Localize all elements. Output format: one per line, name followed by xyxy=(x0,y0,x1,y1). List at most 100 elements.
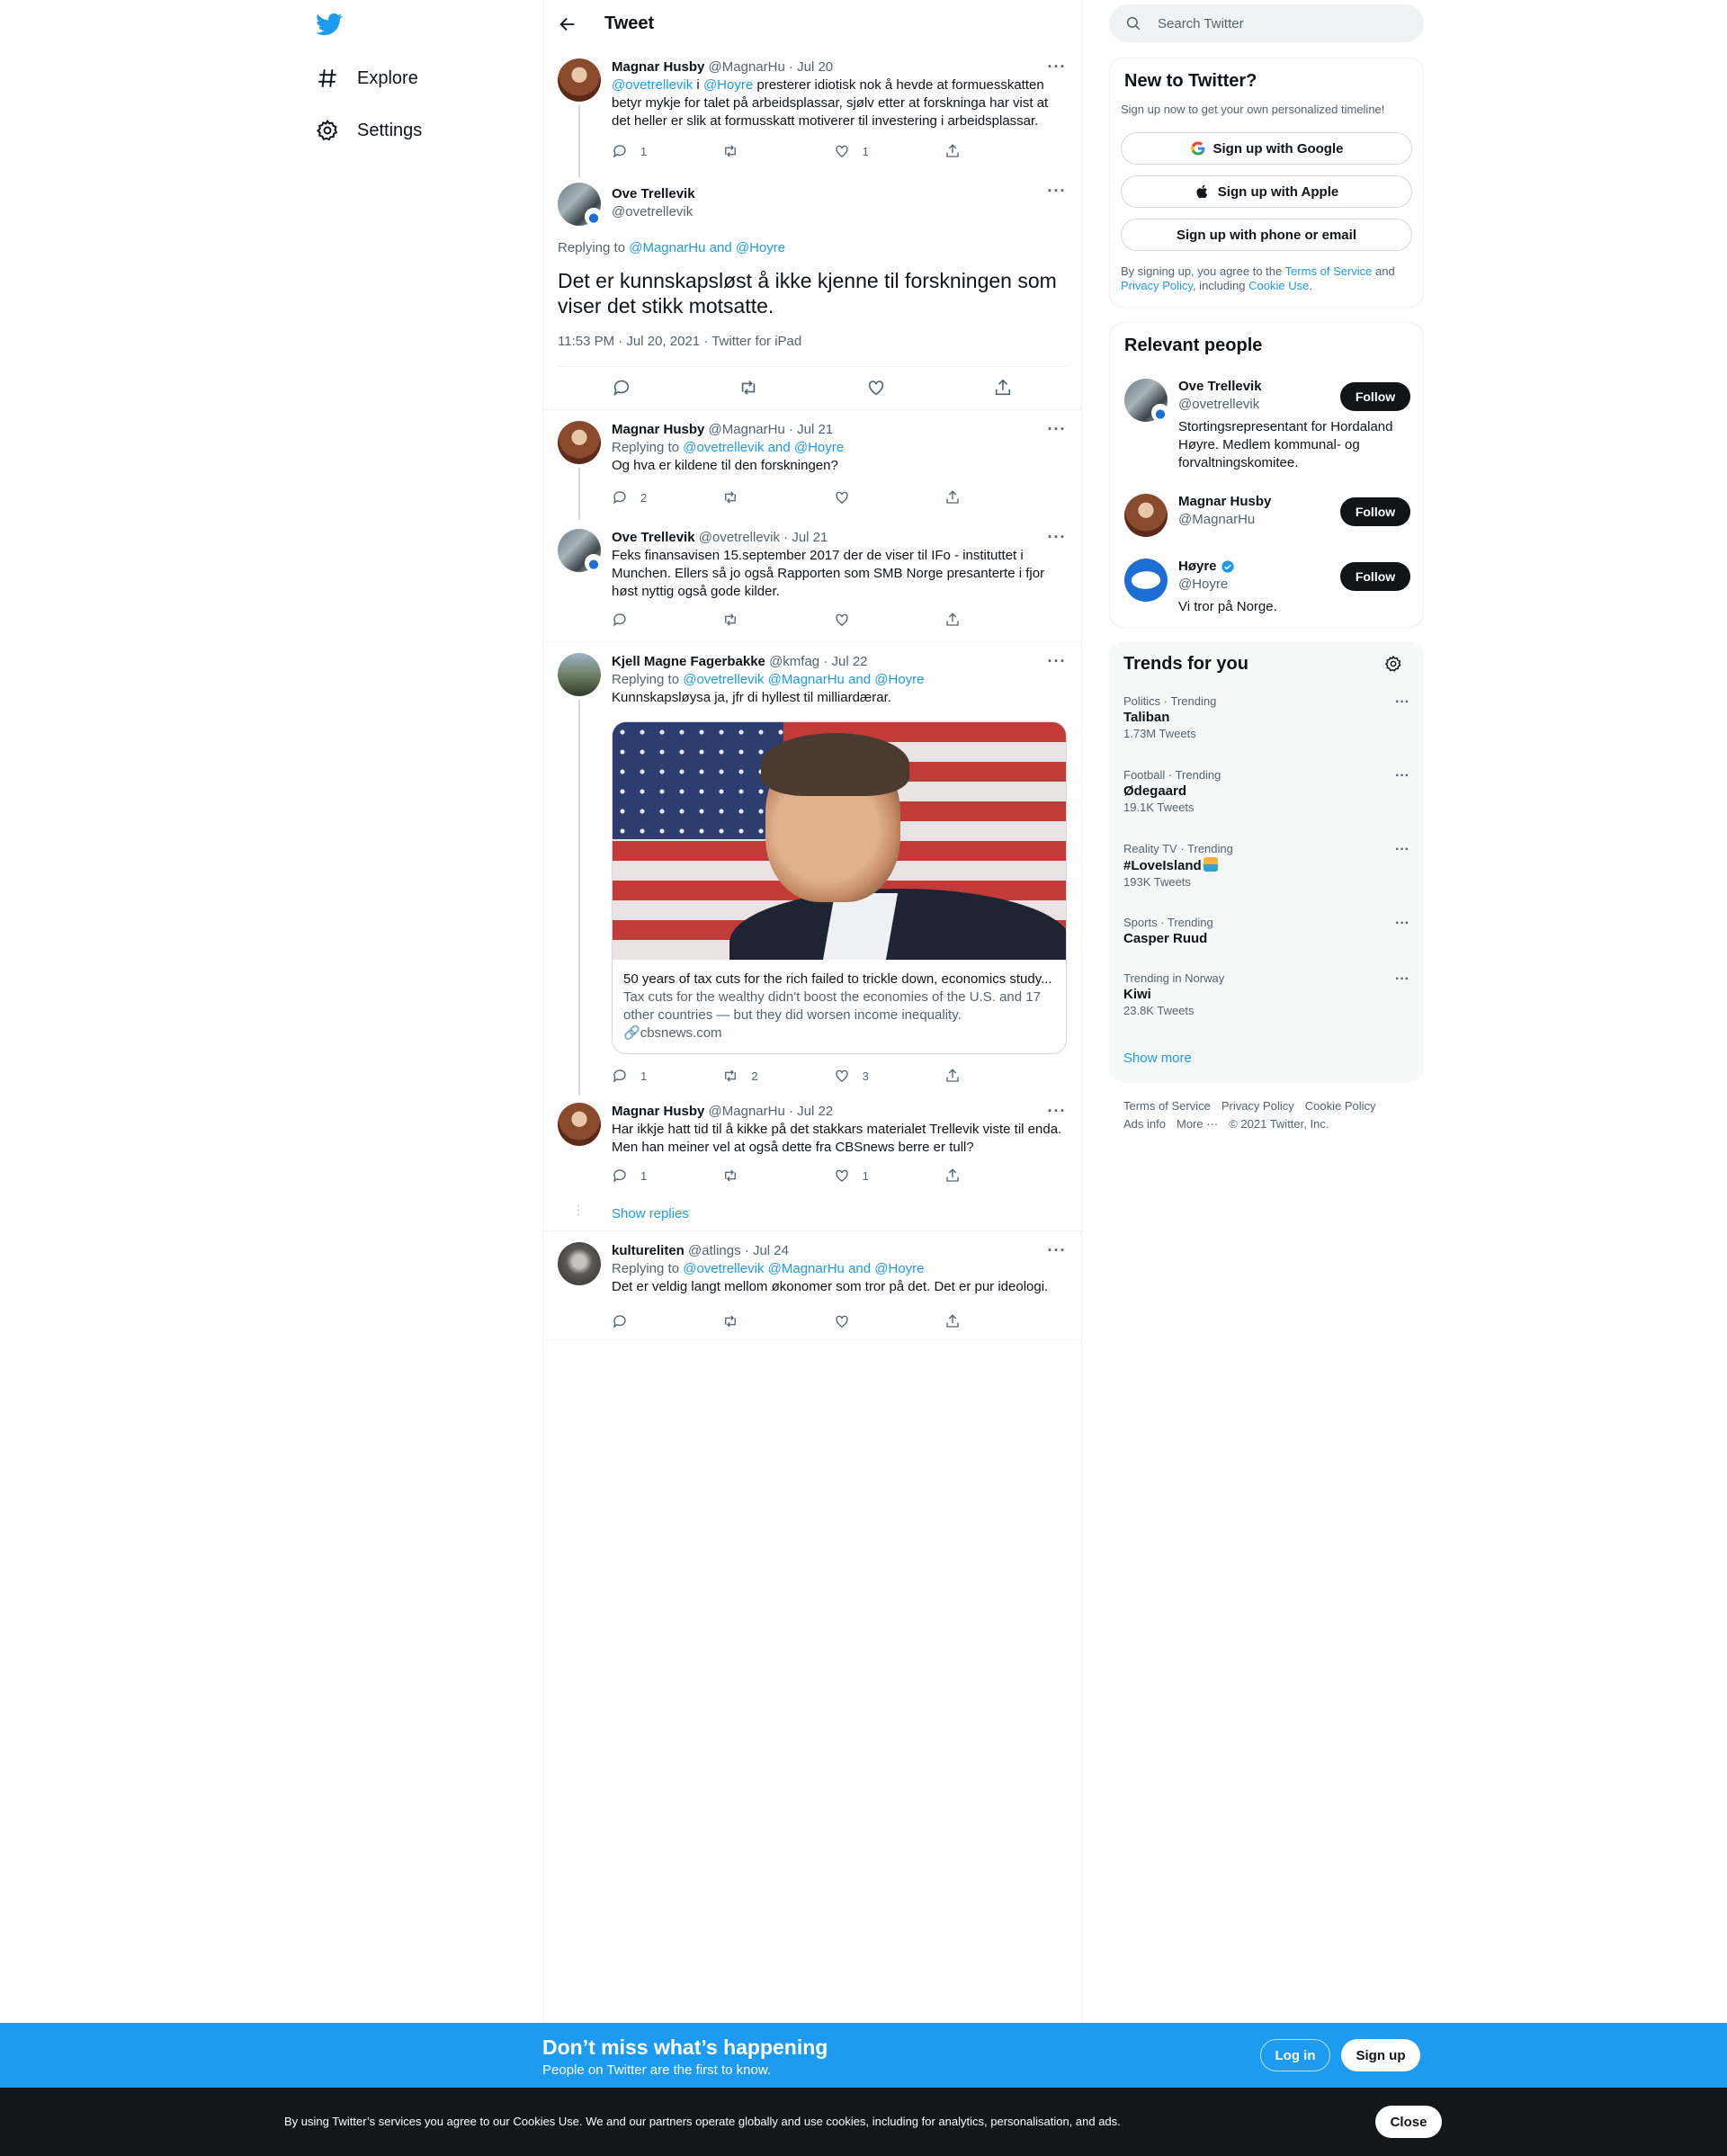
replying-to-link[interactable]: @ovetrellevik @MagnarHu and @Hoyre xyxy=(683,1261,924,1276)
mention-link[interactable]: @ovetrellevik xyxy=(612,77,693,93)
relevant-person[interactable]: Ove Trellevik @ovetrellevik Stortingsrep… xyxy=(1124,379,1410,478)
share-button[interactable] xyxy=(944,1068,998,1084)
replying-to-link[interactable]: @ovetrellevik @MagnarHu and @Hoyre xyxy=(683,672,924,687)
like-button[interactable]: 3 xyxy=(834,1068,888,1084)
like-button[interactable] xyxy=(834,489,888,505)
reply-button[interactable]: 1 xyxy=(612,1068,666,1084)
more-options-icon[interactable]: ··· xyxy=(1395,768,1409,784)
show-replies-link[interactable]: Show replies xyxy=(612,1206,689,1221)
mention-link[interactable]: @Hoyre xyxy=(703,77,753,93)
link-card[interactable]: 50 years of tax cuts for the rich failed… xyxy=(612,721,1067,1054)
tweet-item[interactable]: ··· Magnar Husby @MagnarHu · Jul 20 @ove… xyxy=(543,48,1081,177)
avatar[interactable] xyxy=(558,1103,601,1146)
more-options-icon[interactable]: ··· xyxy=(1395,971,1409,988)
retweet-button[interactable]: 2 xyxy=(722,1068,776,1084)
like-button[interactable]: 1 xyxy=(834,1167,888,1184)
trend-item[interactable]: Football · Trending Ødegaard 19.1K Tweet… xyxy=(1123,768,1409,814)
tweet-item[interactable]: ··· Kjell Magne Fagerbakke @kmfag · Jul … xyxy=(543,642,1081,1096)
retweet-icon xyxy=(725,491,737,504)
more-options-icon[interactable]: ··· xyxy=(1395,694,1409,711)
follow-button[interactable]: Follow xyxy=(1340,497,1410,526)
author-name[interactable]: kultureliten xyxy=(612,1243,685,1258)
share-button[interactable] xyxy=(944,1313,998,1329)
search-input[interactable]: Search Twitter xyxy=(1109,4,1424,42)
signup-phone-button[interactable]: Sign up with phone or email xyxy=(1121,219,1412,251)
close-button[interactable]: Close xyxy=(1375,2106,1442,2138)
retweet-button[interactable] xyxy=(722,612,776,628)
nav-settings[interactable]: Settings xyxy=(316,112,422,148)
tweet-item[interactable]: ··· Magnar Husby @MagnarHu · Jul 22 Har … xyxy=(543,1092,1081,1230)
login-button[interactable]: Log in xyxy=(1260,2039,1330,2071)
retweet-button[interactable] xyxy=(722,143,776,159)
share-button[interactable] xyxy=(944,1167,998,1184)
reply-button[interactable]: 1 xyxy=(612,143,666,159)
footer-cookie-link[interactable]: Cookie Policy xyxy=(1305,1099,1376,1113)
more-options-icon[interactable]: ··· xyxy=(1047,183,1067,204)
signup-google-button[interactable]: Sign up with Google xyxy=(1121,132,1412,165)
signup-button[interactable]: Sign up xyxy=(1341,2039,1420,2071)
person-name[interactable]: Magnar Husby xyxy=(1178,494,1271,509)
reply-button[interactable] xyxy=(612,612,666,628)
author-name[interactable]: Kjell Magne Fagerbakke xyxy=(612,654,765,669)
reply-button[interactable]: 2 xyxy=(612,489,666,505)
nav-explore[interactable]: Explore xyxy=(316,60,418,96)
relevant-person[interactable]: Høyre @Hoyre Vi tror på Norge. Follow xyxy=(1124,559,1410,622)
avatar[interactable] xyxy=(558,1242,601,1285)
replying-to-link[interactable]: @ovetrellevik and @Hoyre xyxy=(683,440,844,455)
trend-item[interactable]: Sports · Trending Casper Ruud ··· xyxy=(1123,916,1409,946)
retweet-button[interactable] xyxy=(722,1313,776,1329)
author-name[interactable]: Ove Trellevik xyxy=(612,530,695,545)
trend-item[interactable]: Politics · Trending Taliban 1.73M Tweets… xyxy=(1123,694,1409,740)
show-more-link[interactable]: Show more xyxy=(1123,1051,1192,1066)
cookie-link[interactable]: Cookie Use xyxy=(1248,279,1309,292)
like-button[interactable] xyxy=(834,612,888,628)
share-icon[interactable] xyxy=(993,378,1013,398)
follow-button[interactable]: Follow xyxy=(1340,562,1410,591)
reply-button[interactable]: 1 xyxy=(612,1167,666,1184)
retweet-icon[interactable] xyxy=(738,378,758,398)
more-options-icon[interactable]: ··· xyxy=(1395,842,1409,858)
person-name[interactable]: Ove Trellevik xyxy=(1178,379,1262,394)
relevant-person[interactable]: Magnar Husby @MagnarHu Follow xyxy=(1124,494,1410,539)
heart-icon[interactable] xyxy=(866,378,886,398)
avatar[interactable] xyxy=(1124,494,1168,537)
avatar[interactable] xyxy=(558,58,601,102)
signup-apple-button[interactable]: Sign up with Apple xyxy=(1121,175,1412,208)
retweet-button[interactable] xyxy=(722,1167,776,1184)
reply-icon[interactable] xyxy=(612,378,631,398)
more-options-icon[interactable]: ··· xyxy=(1395,916,1409,932)
reply-button[interactable] xyxy=(612,1313,666,1329)
tweet-item[interactable]: ··· Magnar Husby @MagnarHu · Jul 21 Repl… xyxy=(543,410,1081,520)
tweet-item[interactable]: ··· Ove Trellevik @ovetrellevik · Jul 21… xyxy=(543,518,1081,641)
footer-ads-link[interactable]: Ads info xyxy=(1123,1117,1166,1131)
privacy-link[interactable]: Privacy Policy xyxy=(1121,279,1193,292)
author-name[interactable]: Magnar Husby xyxy=(612,422,704,437)
trend-item[interactable]: Reality TV · Trending #LoveIsland 193K T… xyxy=(1123,842,1409,889)
share-button[interactable] xyxy=(944,612,998,628)
avatar[interactable] xyxy=(558,653,601,696)
hoyre-logo-icon[interactable] xyxy=(1124,559,1168,602)
replying-to-link[interactable]: @MagnarHu and @Hoyre xyxy=(629,240,785,255)
gear-icon[interactable] xyxy=(1384,655,1402,673)
author-name[interactable]: Magnar Husby xyxy=(612,59,704,75)
like-button[interactable] xyxy=(834,1313,888,1329)
trend-item[interactable]: Trending in Norway Kiwi 23.8K Tweets ··· xyxy=(1123,971,1409,1017)
share-button[interactable] xyxy=(944,143,998,159)
follow-button[interactable]: Follow xyxy=(1340,382,1410,411)
back-arrow-icon[interactable] xyxy=(558,14,577,34)
avatar[interactable] xyxy=(558,421,601,464)
like-button[interactable]: 1 xyxy=(834,143,888,159)
footer-privacy-link[interactable]: Privacy Policy xyxy=(1221,1099,1294,1113)
author-name[interactable]: Ove Trellevik xyxy=(612,186,695,201)
tweet-timestamp[interactable]: 11:53 PM · Jul 20, 2021 · Twitter for iP… xyxy=(558,334,801,349)
reply-count: 1 xyxy=(640,144,648,158)
tos-link[interactable]: Terms of Service xyxy=(1285,264,1373,278)
retweet-button[interactable] xyxy=(722,489,776,505)
author-name[interactable]: Magnar Husby xyxy=(612,1104,704,1119)
footer-tos-link[interactable]: Terms of Service xyxy=(1123,1099,1211,1113)
footer-more-link[interactable]: More ··· xyxy=(1177,1117,1218,1131)
twitter-logo-icon[interactable] xyxy=(316,11,343,38)
person-name[interactable]: Høyre xyxy=(1178,559,1235,574)
tweet-item[interactable]: ··· kultureliten @atlings · Jul 24 Reply… xyxy=(543,1231,1081,1339)
share-button[interactable] xyxy=(944,489,998,505)
